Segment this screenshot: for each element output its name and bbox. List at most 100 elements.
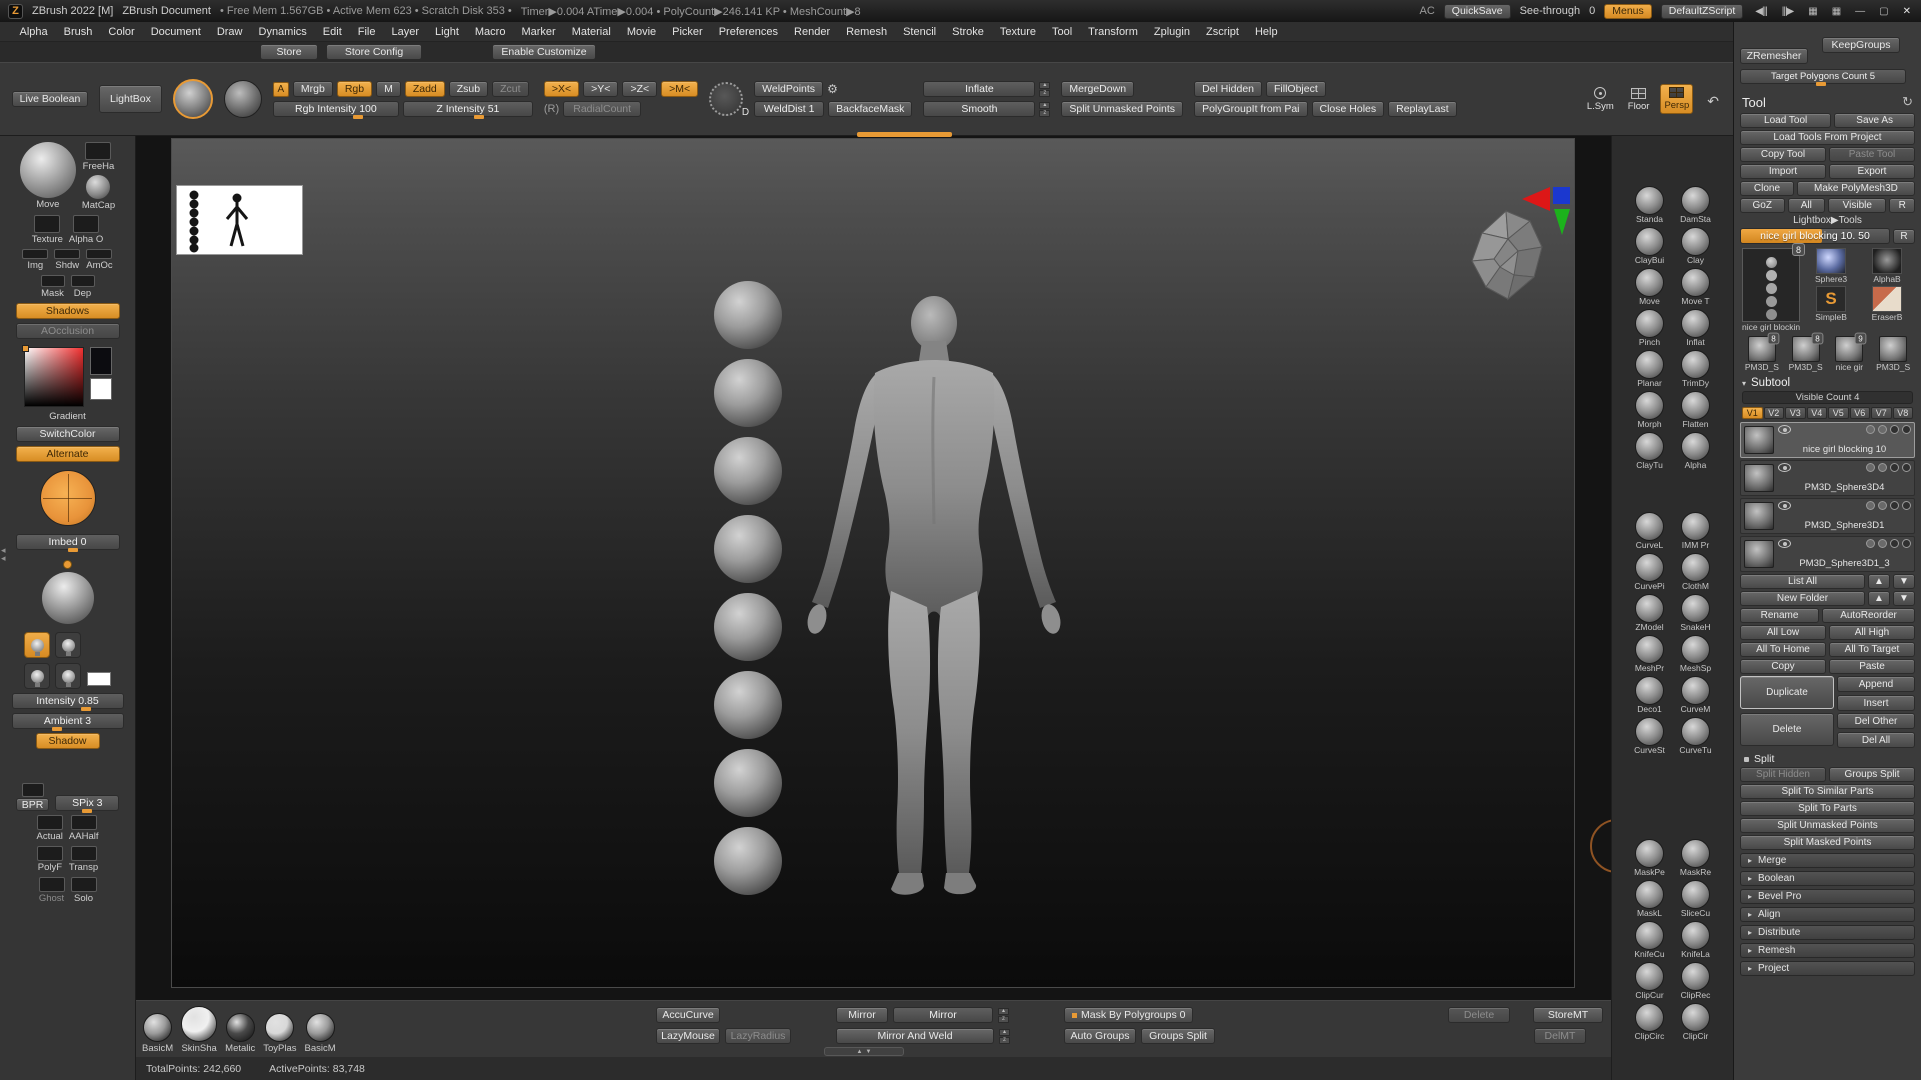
visibility-tab[interactable]: V3 [1785,407,1806,419]
clone-button[interactable]: Clone [1740,181,1794,196]
weld-dist-slider[interactable]: WeldDist 1 [754,101,825,117]
brush-slot[interactable]: MeshPr [1635,635,1664,673]
auto-groups-button[interactable]: Auto Groups [1064,1028,1136,1044]
menu-item[interactable]: Picker [665,24,711,40]
displacement-icon[interactable] [1890,425,1899,434]
lazyradius-slider[interactable]: LazyRadius [725,1028,791,1044]
brush-slot[interactable]: ClipCirc [1635,1003,1664,1041]
split-hidden-button[interactable]: Split Hidden [1740,767,1826,782]
brush-slot[interactable]: SliceCu [1681,880,1710,918]
white-color-swatch[interactable] [89,378,112,400]
quicksave-button[interactable]: QuickSave [1443,3,1511,19]
brush-slot[interactable]: CurveSt [1634,717,1665,755]
goz-r-button[interactable]: R [1889,198,1915,213]
zbrush-logo-icon[interactable]: Z [8,3,23,19]
menu-item[interactable]: Document [143,24,208,40]
load-tool-button[interactable]: Load Tool [1740,113,1832,128]
render-amoc-button[interactable]: AmOc [86,249,113,271]
m-button[interactable]: M [376,81,401,97]
menu-item[interactable]: File [350,24,383,40]
polygroupit-button[interactable]: PolyGroupIt from Pai [1194,101,1308,117]
draw-size-indicator[interactable]: D [709,82,749,118]
recent-tool-slot[interactable]: 8 PM3D_S [1742,332,1782,372]
smooth-slider[interactable]: Smooth [923,101,1036,117]
polyframe-button[interactable]: PolyF [36,846,63,873]
alpha-badge[interactable]: A [272,81,289,97]
del-other-button[interactable]: Del Other [1837,713,1915,729]
mirror-button[interactable]: Mirror [836,1007,888,1023]
brush-slot[interactable]: MeshSp [1680,635,1711,673]
zcut-button[interactable]: Zcut [492,81,529,97]
visibility-tab[interactable]: V7 [1871,407,1892,419]
refresh-icon[interactable]: ↻ [1902,94,1913,110]
brush-slot[interactable]: MaskL [1635,880,1664,918]
make-polymesh3d-button[interactable]: Make PolyMesh3D [1796,181,1915,196]
light-3-toggle[interactable] [24,663,50,689]
brush-slot[interactable]: ZModel [1635,594,1664,632]
light-position-dot[interactable] [63,560,72,569]
brush-slot[interactable]: ClipCir [1681,1003,1710,1041]
menu-item[interactable]: Stroke [945,24,992,40]
visibility-eye-icon[interactable] [1778,463,1791,472]
paste-tool-button[interactable]: Paste Tool [1829,147,1915,162]
light-4-toggle[interactable] [55,663,81,689]
z-axis-square[interactable] [1553,187,1570,204]
list-all-button[interactable]: List All [1740,574,1865,589]
copy-subtool-button[interactable]: Copy [1740,659,1826,674]
slider-step-icon[interactable]: ▴ [999,1028,1010,1036]
brush-slot[interactable]: SnakeH [1680,594,1711,632]
slider-z-icon[interactable]: z [998,1015,1009,1023]
goz-visible-button[interactable]: Visible [1828,198,1887,213]
menu-item[interactable]: Layer [384,24,427,40]
light-color-swatch[interactable] [87,672,111,686]
visibility-tab[interactable]: V5 [1828,407,1849,419]
subtool-thumbnail[interactable] [1744,540,1774,568]
material-slot[interactable]: SkinSha [181,1006,218,1054]
brush-slot[interactable]: KnifeLa [1681,921,1710,959]
layout-grid-icon[interactable]: ▦ [1805,6,1819,17]
light-1-toggle[interactable] [24,632,50,658]
symmetry-y-button[interactable]: >Y< [583,81,619,97]
visibility-eye-icon[interactable] [1778,425,1791,434]
shrink-ui-left-icon[interactable]: ◀||| [1752,6,1769,17]
split-section-header[interactable]: Split [1744,753,1911,765]
displacement-icon[interactable] [1890,463,1899,472]
split-masked-points-button[interactable]: Split Masked Points [1740,835,1915,850]
brush-slot[interactable]: Pinch [1635,309,1664,347]
insert-button[interactable]: Insert [1837,695,1915,711]
mask-channel-button[interactable]: Mask [40,275,65,299]
subtool-item[interactable]: PM3D_Sphere3D4 [1740,460,1915,496]
subpalette-section-header[interactable]: ▸ Boolean [1740,871,1915,886]
visibility-eye-icon[interactable] [1778,539,1791,548]
palette-grid-icon[interactable]: ▦ [1829,6,1843,17]
target-polygons-slider[interactable]: Target Polygons Count 5 [1740,69,1906,86]
shadows-button[interactable]: Shadows [15,303,120,319]
menu-item[interactable]: Macro [467,24,513,40]
stroke-type-icon[interactable] [223,80,262,118]
backface-mask-button[interactable]: BackfaceMask [828,101,913,117]
new-folder-button[interactable]: New Folder [1740,591,1865,606]
smooth-mini-buttons[interactable]: ▴ z [1039,101,1051,117]
minimize-button[interactable]: — [1852,6,1867,17]
polypaint-icon[interactable] [1866,463,1875,472]
menu-item[interactable]: Help [1247,24,1285,40]
menu-item[interactable]: Color [101,24,142,40]
bpr-render-button[interactable]: BPR [15,783,50,811]
normal-map-icon[interactable] [1902,463,1911,472]
autoreorder-button[interactable]: AutoReorder [1822,608,1915,623]
current-color-swatch[interactable] [39,470,96,526]
polypaint-icon[interactable] [1866,501,1875,510]
canvas-resize-handle[interactable] [857,132,952,137]
split-unmasked-points-button[interactable]: Split Unmasked Points [1740,818,1915,833]
all-high-button[interactable]: All High [1829,625,1915,640]
brush-slot[interactable]: DamSta [1680,186,1711,224]
split-to-parts-button[interactable]: Split To Parts [1740,801,1915,816]
material-slot[interactable]: MatCap [82,175,115,211]
menu-item[interactable]: Remesh [839,24,895,40]
slider-z-icon[interactable]: z [1039,109,1051,117]
split-unmasked-points-button[interactable]: Split Unmasked Points [1061,101,1184,117]
depth-channel-button[interactable]: Dep [70,275,95,299]
load-tools-from-project-button[interactable]: Load Tools From Project [1740,130,1915,145]
paste-subtool-button[interactable]: Paste [1829,659,1915,674]
del-mt-button[interactable]: DelMT [1534,1028,1586,1044]
